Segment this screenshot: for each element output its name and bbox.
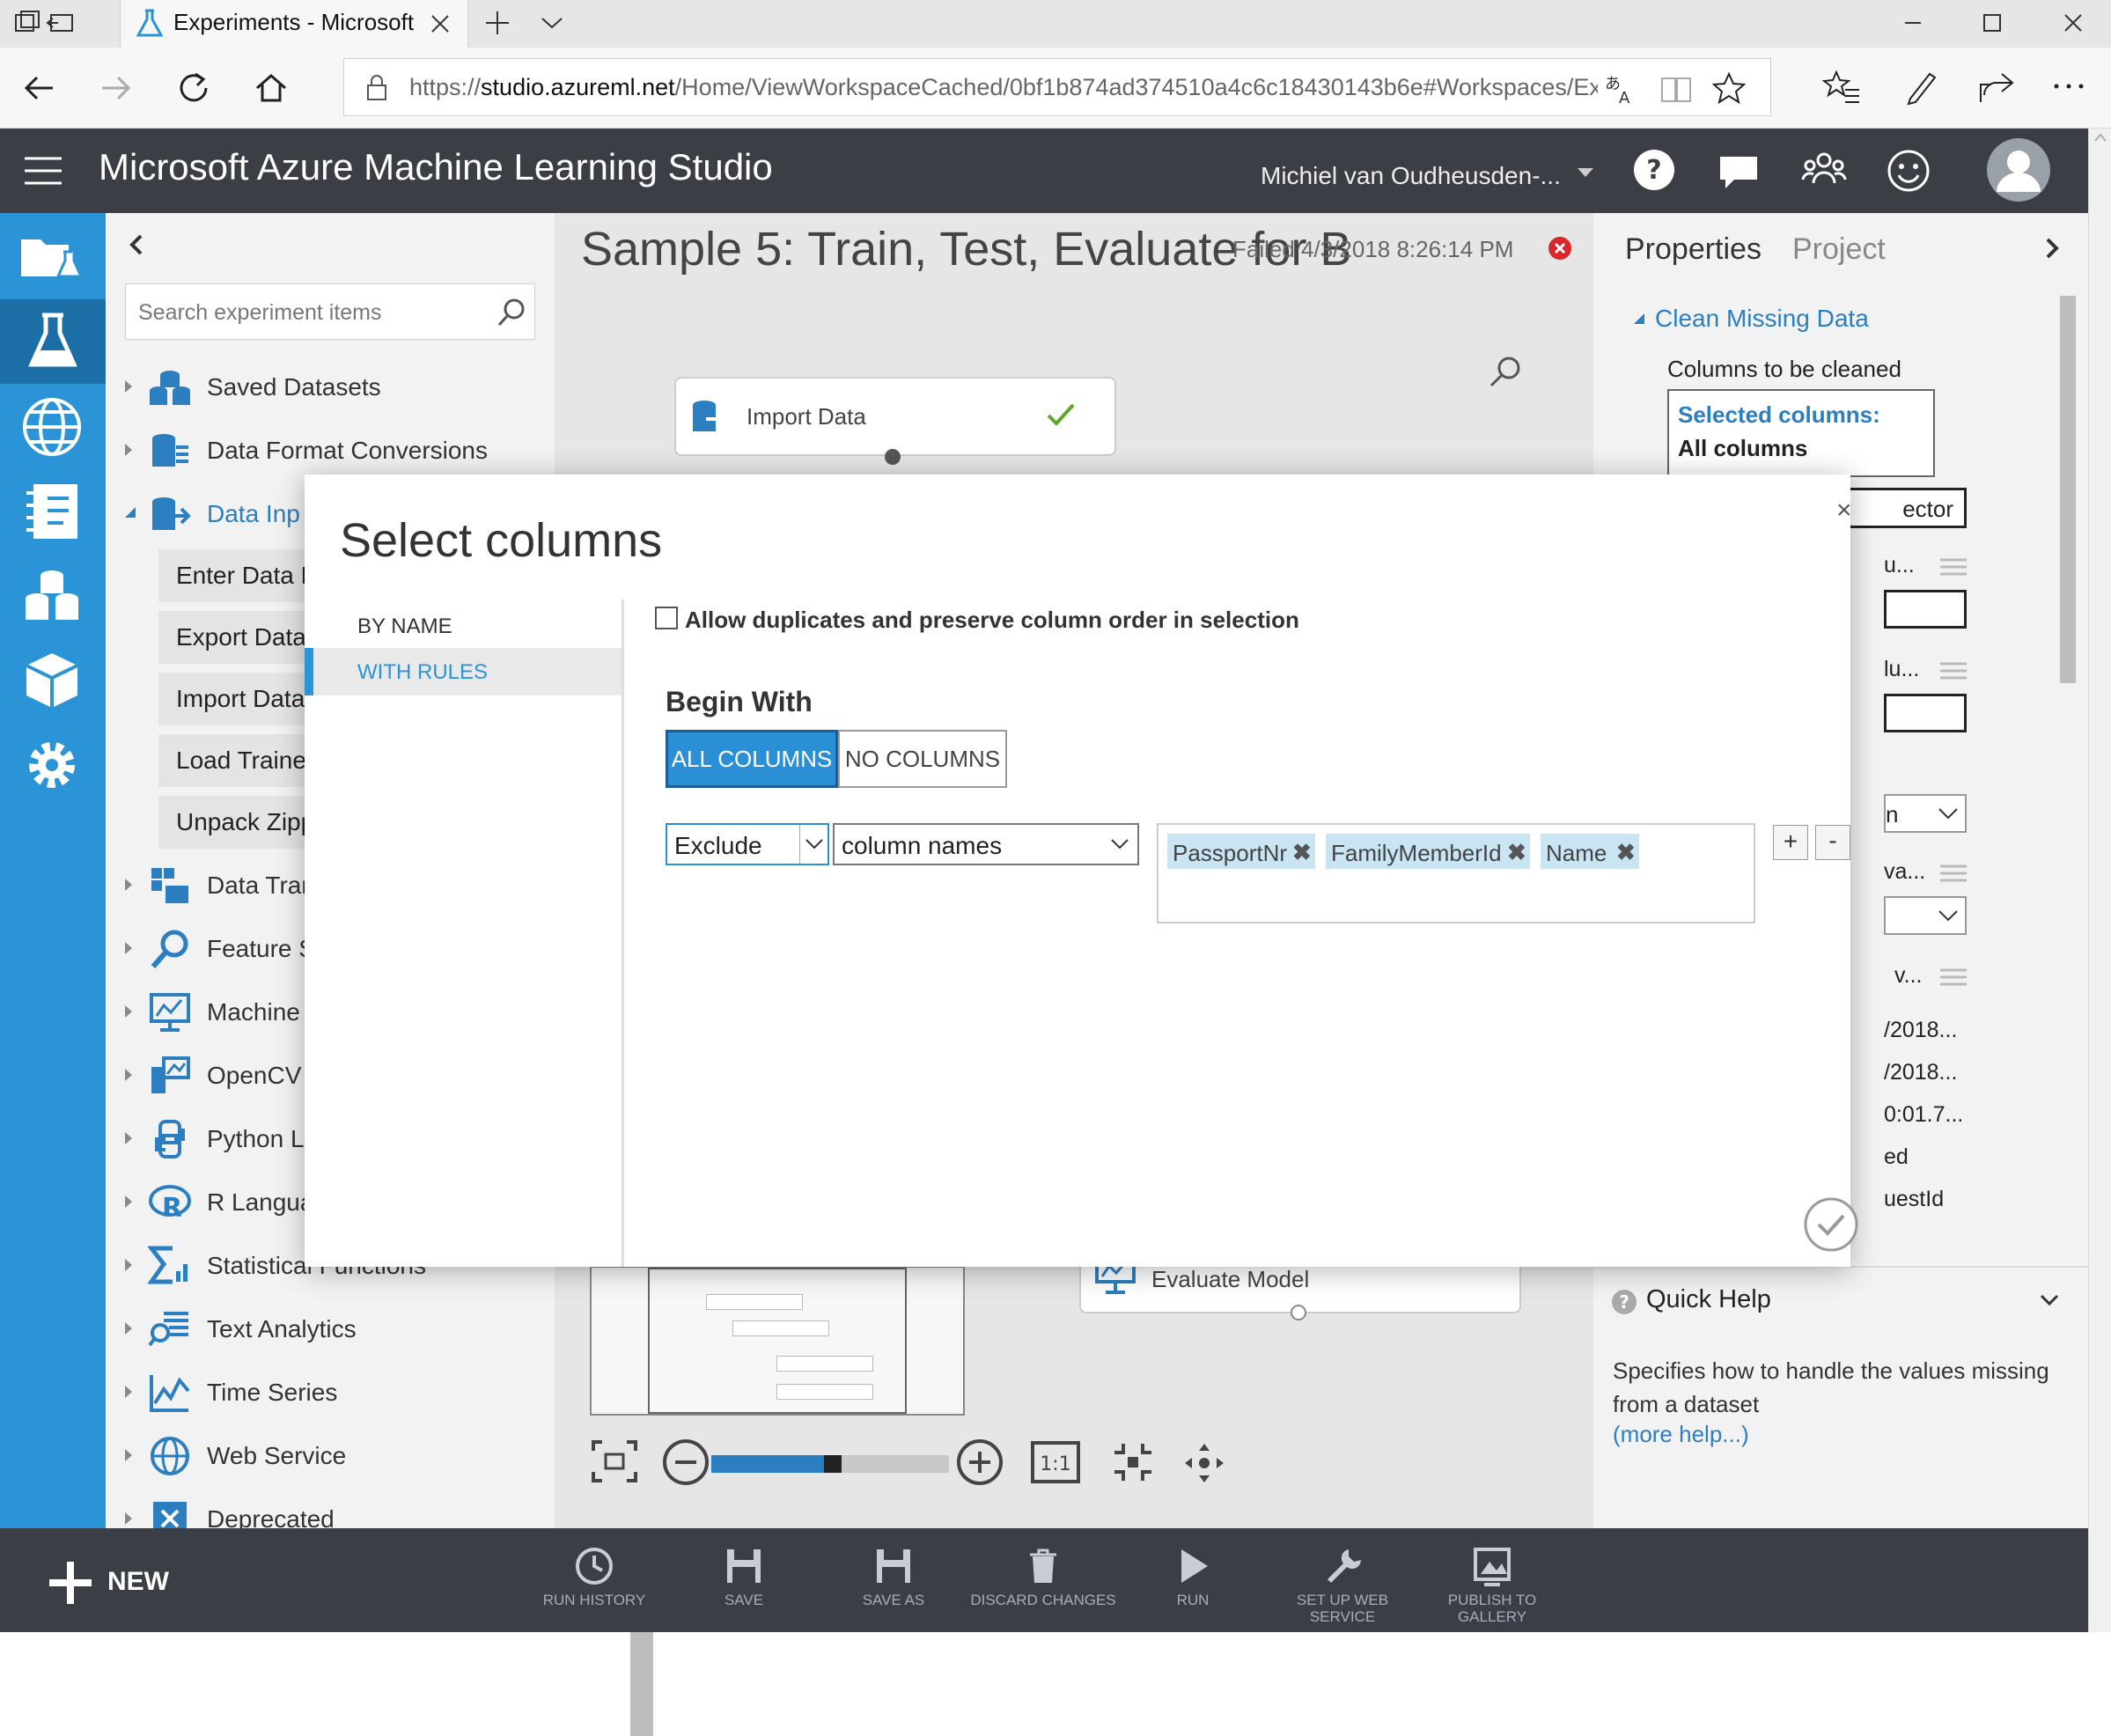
chevron-down-icon [799,825,827,864]
close-icon[interactable]: × [1836,496,1852,526]
remove-chip-icon[interactable]: ✖ [1507,839,1526,866]
column-names-input[interactable]: PassportNr ✖ FamilyMemberId ✖ Name ✖ [1157,823,1755,923]
no-columns-button[interactable]: NO COLUMNS [838,730,1007,788]
chevron-down-icon [1106,825,1134,864]
add-rule-button[interactable]: + [1773,825,1808,860]
tab-with-rules[interactable]: WITH RULES [305,648,622,695]
column-chip: Name ✖ [1541,834,1639,869]
remove-chip-icon[interactable]: ✖ [1292,839,1312,866]
all-columns-button[interactable]: ALL COLUMNS [666,730,838,788]
tab-by-name[interactable]: BY NAME [305,602,622,650]
allow-duplicates-label: Allow duplicates and preserve column ord… [685,607,1299,633]
rule-kind-select[interactable]: column names [833,823,1139,865]
rule-mode-select[interactable]: Exclude [666,823,829,865]
column-chip: PassportNr ✖ [1167,834,1315,869]
column-chip: FamilyMemberId ✖ [1326,834,1530,869]
begin-with-label: Begin With [666,686,813,717]
remove-chip-icon[interactable]: ✖ [1616,839,1636,866]
ok-check-icon[interactable] [1803,1196,1859,1253]
dialog-divider [622,600,624,1267]
dialog-title: Select columns [340,514,663,567]
modal-overlay: Select columns × BY NAME WITH RULES Allo… [0,0,2111,1632]
select-columns-dialog: Select columns × BY NAME WITH RULES Allo… [305,474,1858,1267]
remove-rule-button[interactable]: - [1815,825,1850,860]
allow-duplicates-checkbox[interactable] [655,607,678,629]
